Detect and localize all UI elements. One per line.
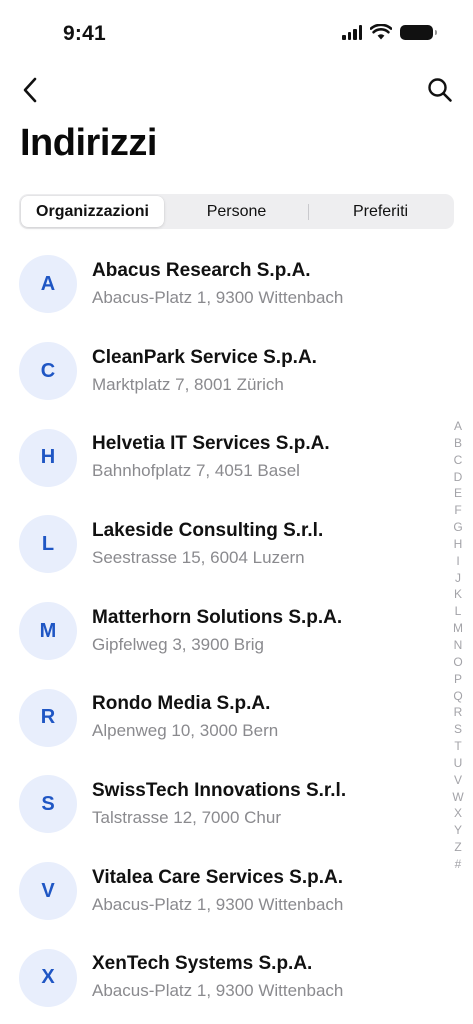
avatar: C — [19, 342, 77, 401]
list-item[interactable]: M Matterhorn Solutions S.p.A. Gipfelweg … — [0, 588, 440, 675]
index-letter-v[interactable]: V — [454, 772, 462, 789]
list-item[interactable]: C CleanPark Service S.p.A. Marktplatz 7,… — [0, 328, 440, 415]
battery-icon — [400, 24, 437, 40]
chevron-left-icon — [23, 77, 37, 103]
search-icon — [428, 78, 452, 102]
tab-preferiti[interactable]: Preferiti — [309, 196, 452, 227]
index-letter-e[interactable]: E — [454, 485, 462, 502]
index-letter-q[interactable]: Q — [453, 688, 462, 705]
index-letter-b[interactable]: B — [454, 435, 462, 452]
list-item[interactable]: X XenTech Systems S.p.A. Abacus-Platz 1,… — [0, 935, 440, 1022]
avatar: M — [19, 602, 77, 661]
contact-list: A Abacus Research S.p.A. Abacus-Platz 1,… — [0, 241, 440, 1021]
index-letter-z[interactable]: Z — [454, 839, 461, 856]
index-letter-l[interactable]: L — [455, 603, 462, 620]
contact-name: Helvetia IT Services S.p.A. — [92, 433, 330, 455]
index-letter-x[interactable]: X — [454, 805, 462, 822]
list-item[interactable]: S SwissTech Innovations S.r.l. Talstrass… — [0, 761, 440, 848]
alphabet-index[interactable]: A B C D E F G H I J K L M N O P Q R S T … — [451, 418, 465, 873]
search-button[interactable] — [425, 75, 455, 105]
contact-name: Rondo Media S.p.A. — [92, 693, 271, 715]
index-letter-m[interactable]: M — [453, 620, 463, 637]
index-letter-c[interactable]: C — [454, 452, 463, 469]
list-item[interactable]: H Helvetia IT Services S.p.A. Bahnhofpla… — [0, 414, 440, 501]
index-letter-t[interactable]: T — [454, 738, 461, 755]
contact-name: Lakeside Consulting S.r.l. — [92, 519, 324, 541]
list-item[interactable]: A Abacus Research S.p.A. Abacus-Platz 1,… — [0, 241, 440, 328]
avatar: S — [19, 775, 77, 834]
index-letter-s[interactable]: S — [454, 721, 462, 738]
list-item[interactable]: R Rondo Media S.p.A. Alpenweg 10, 3000 B… — [0, 674, 440, 761]
cellular-signal-icon — [342, 24, 362, 40]
status-time: 9:41 — [63, 22, 106, 45]
avatar: H — [19, 428, 77, 487]
index-letter-r[interactable]: R — [454, 704, 463, 721]
avatar: V — [19, 862, 77, 921]
contact-address: Talstrasse 12, 7000 Chur — [92, 807, 281, 827]
contact-address: Abacus-Platz 1, 9300 Wittenbach — [92, 894, 344, 914]
page-title: Indirizzi — [20, 122, 157, 164]
index-letter-u[interactable]: U — [454, 755, 463, 772]
index-letter-j[interactable]: J — [455, 570, 461, 587]
index-letter-y[interactable]: Y — [454, 822, 462, 839]
contact-address: Gipfelweg 3, 3900 Brig — [92, 634, 264, 654]
contact-name: Matterhorn Solutions S.p.A. — [92, 606, 343, 628]
index-letter-w[interactable]: W — [452, 789, 463, 806]
index-letter-a[interactable]: A — [454, 418, 462, 435]
contact-address: Bahnhofplatz 7, 4051 Basel — [92, 461, 300, 481]
index-letter-n[interactable]: N — [454, 637, 463, 654]
contact-name: CleanPark Service S.p.A. — [92, 346, 317, 368]
index-letter-i[interactable]: I — [456, 553, 459, 570]
avatar: R — [19, 688, 77, 747]
index-letter-k[interactable]: K — [454, 586, 462, 603]
status-icons — [342, 24, 437, 40]
index-letter-d[interactable]: D — [454, 469, 463, 486]
list-item[interactable]: V Vitalea Care Services S.p.A. Abacus-Pl… — [0, 848, 440, 935]
avatar: A — [19, 255, 77, 314]
list-item[interactable]: L Lakeside Consulting S.r.l. Seestrasse … — [0, 501, 440, 588]
contact-name: Vitalea Care Services S.p.A. — [92, 866, 344, 888]
contact-address: Alpenweg 10, 3000 Bern — [92, 721, 279, 741]
index-letter-f[interactable]: F — [454, 502, 461, 519]
contact-address: Seestrasse 15, 6004 Luzern — [92, 547, 305, 567]
contact-name: Abacus Research S.p.A. — [92, 259, 311, 281]
contact-address: Abacus-Platz 1, 9300 Wittenbach — [92, 287, 344, 307]
avatar: L — [19, 515, 77, 574]
contact-address: Abacus-Platz 1, 9300 Wittenbach — [92, 981, 344, 1001]
wifi-icon — [370, 24, 392, 40]
status-bar: 9:41 — [0, 0, 473, 60]
index-letter-g[interactable]: G — [453, 519, 462, 536]
tab-persone[interactable]: Persone — [165, 196, 308, 227]
index-letter-o[interactable]: O — [453, 654, 462, 671]
tab-organizzazioni[interactable]: Organizzazioni — [21, 196, 164, 227]
contact-name: XenTech Systems S.p.A. — [92, 953, 313, 975]
index-letter-hash[interactable]: # — [455, 856, 462, 873]
contact-address: Marktplatz 7, 8001 Zürich — [92, 374, 284, 394]
segmented-control: Organizzazioni Persone Preferiti — [19, 194, 454, 229]
contact-name: SwissTech Innovations S.r.l. — [92, 779, 347, 801]
avatar: X — [19, 948, 77, 1007]
index-letter-h[interactable]: H — [454, 536, 463, 553]
back-button[interactable] — [16, 75, 44, 105]
index-letter-p[interactable]: P — [454, 671, 462, 688]
